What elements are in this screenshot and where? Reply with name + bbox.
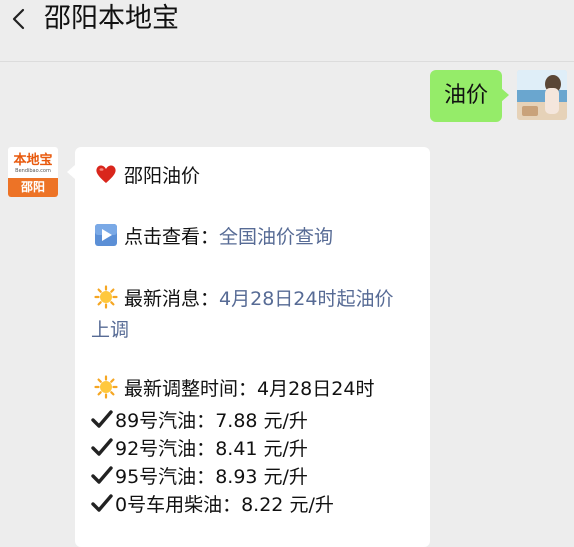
sun-icon bbox=[94, 375, 118, 399]
price-fuel-value: 7.88 元/升 bbox=[215, 410, 308, 432]
price-fuel-name: 89号汽油： bbox=[115, 410, 216, 432]
price-fuel-name: 0号车用柴油： bbox=[115, 494, 242, 516]
price-fuel-value: 8.41 元/升 bbox=[215, 438, 308, 460]
sent-message-bubble[interactable]: 油价 bbox=[430, 70, 509, 122]
reply-title: 邵阳油价 bbox=[94, 161, 200, 191]
logo-domain: Bendibao.com bbox=[15, 168, 51, 174]
official-account-avatar[interactable]: 本地宝 Bendibao.com 邵阳 bbox=[8, 147, 58, 197]
news-prefix: 最新消息： bbox=[124, 288, 220, 310]
user-avatar[interactable] bbox=[517, 70, 567, 120]
news-line: 最新消息：4月28日24时起油价 bbox=[94, 284, 393, 314]
price-fuel-value: 8.93 元/升 bbox=[215, 466, 308, 488]
logo-city: 邵阳 bbox=[8, 178, 58, 197]
checkmark-icon bbox=[91, 494, 113, 512]
reply-title-text: 邵阳油价 bbox=[124, 165, 201, 187]
price-row: 92号汽油：8.41 元/升 bbox=[91, 434, 308, 464]
sun-icon bbox=[94, 285, 118, 309]
price-fuel-name: 95号汽油： bbox=[115, 466, 216, 488]
adjust-time-text: 最新调整时间：4月28日24时 bbox=[124, 378, 375, 400]
avatar-photo-image bbox=[517, 70, 567, 120]
price-row: 95号汽油：8.93 元/升 bbox=[91, 462, 308, 492]
news-link[interactable]: 4月28日24时起油价 bbox=[219, 288, 393, 310]
play-button-icon bbox=[95, 224, 117, 246]
national-oil-price-link[interactable]: 全国油价查询 bbox=[219, 226, 333, 248]
top-bar: 邵阳本地宝 bbox=[0, 0, 574, 62]
price-row: 89号汽油：7.88 元/升 bbox=[91, 406, 308, 436]
checkmark-icon bbox=[91, 466, 113, 484]
logo-text: 本地宝 bbox=[13, 153, 53, 168]
price-fuel-value: 8.22 元/升 bbox=[241, 494, 334, 516]
check-prefix: 点击查看： bbox=[124, 226, 220, 248]
heart-icon bbox=[96, 165, 116, 183]
news-link-continued[interactable]: 上调 bbox=[91, 319, 129, 341]
checkmark-icon bbox=[91, 410, 113, 428]
news-line-wrap: 上调 bbox=[91, 315, 129, 345]
adjust-time-line: 最新调整时间：4月28日24时 bbox=[94, 374, 374, 404]
price-row: 0号车用柴油：8.22 元/升 bbox=[91, 490, 334, 520]
check-line: 点击查看：全国油价查询 bbox=[94, 222, 333, 252]
checkmark-icon bbox=[91, 438, 113, 456]
price-fuel-name: 92号汽油： bbox=[115, 438, 216, 460]
chat-title: 邵阳本地宝 bbox=[44, 3, 179, 34]
chevron-left-icon[interactable] bbox=[6, 6, 32, 32]
